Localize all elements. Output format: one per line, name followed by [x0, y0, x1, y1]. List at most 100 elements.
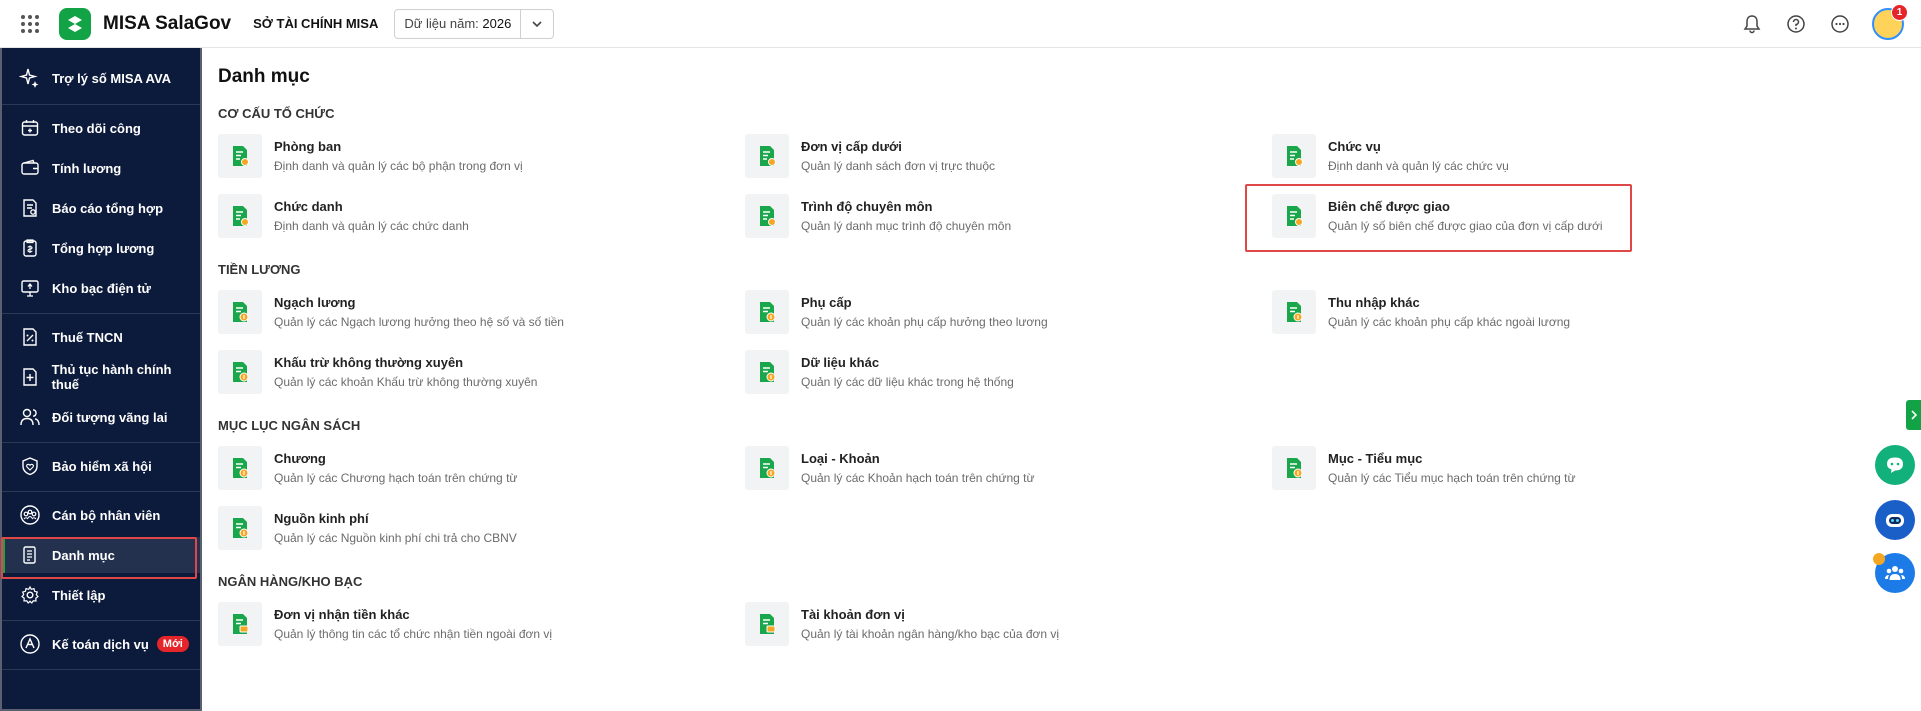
org-doc-icon [218, 194, 262, 238]
section-title-org: CƠ CẤU TỔ CHỨC [218, 106, 335, 121]
catalog-card-desc: Quản lý các khoản phụ cấp khác ngoài lươ… [1328, 315, 1571, 329]
catalog-card-irregular-deductions[interactable]: Khấu trừ không thường xuyên Quản lý các k… [218, 350, 738, 400]
sidebar-item-label: Kế toán dịch vụ [52, 636, 149, 652]
chat-support-button[interactable] [1875, 445, 1915, 485]
catalog-card-desc: Quản lý các Nguồn kinh phí chi trả cho C… [274, 531, 517, 545]
money-doc-icon [745, 290, 789, 334]
catalog-card-salary-scale[interactable]: Ngạch lương Quản lý các Ngạch lương hưởng… [218, 290, 738, 340]
catalog-card-desc: Quản lý danh sách đơn vị trực thuộc [801, 159, 996, 173]
catalog-card-name: Khấu trừ không thường xuyên [274, 355, 464, 370]
notification-badge: 1 [1891, 4, 1908, 21]
sidebar-item-label: Thiết lập [52, 587, 106, 603]
sidebar-item-social-insurance[interactable]: Bảo hiểm xã hội [2, 448, 200, 484]
catalog-card-funding-source[interactable]: Nguồn kinh phí Quản lý các Nguồn kinh phí… [218, 506, 738, 556]
misa-logo[interactable] [59, 7, 91, 40]
money-doc-icon [218, 350, 262, 394]
catalog-card-name: Đơn vị nhận tiền khác [274, 607, 410, 622]
catalog-card-name: Thu nhập khác [1328, 295, 1420, 310]
shield-heart-icon [18, 454, 42, 478]
new-badge: Mới [156, 636, 189, 652]
catalog-card-desc: Quản lý danh mục trình độ chuyên môn [801, 219, 1012, 233]
robot-assistant-button[interactable] [1875, 500, 1915, 540]
catalog-card-desc: Quản lý các dữ liệu khác trong hệ thống [801, 375, 1014, 389]
bank-doc-icon [745, 602, 789, 646]
catalog-card-name: Tài khoản đơn vị [801, 607, 905, 622]
catalog-card-other-data[interactable]: Dữ liệu khác Quản lý các dữ liệu khác tro… [745, 350, 1265, 400]
staff-icon [18, 503, 42, 527]
report-icon [18, 196, 42, 220]
brand-name: MISA SalaGov [103, 12, 232, 34]
sidebar-item-service-accounting[interactable]: Kế toán dịch vụ Mới [2, 626, 200, 662]
year-select[interactable]: Dữ liệu năm: 2026 [394, 8, 555, 39]
catalog-card-allowances[interactable]: Phụ cấp Quản lý các khoản phụ cấp hưởng t… [745, 290, 1265, 340]
sidebar-item-salary[interactable]: Tính lương [2, 150, 200, 186]
money-doc-icon [745, 446, 789, 490]
catalog-card-sub-units[interactable]: Đơn vị cấp dưới Quản lý danh sách đơn vị … [745, 134, 1265, 184]
sidebar-item-treasury[interactable]: Kho bạc điện tử [2, 270, 200, 306]
more-icon[interactable] [1828, 12, 1852, 36]
org-doc-icon [745, 194, 789, 238]
money-doc-icon [1272, 446, 1316, 490]
money-doc-icon [218, 290, 262, 334]
catalog-card-name: Nguồn kinh phí [274, 511, 369, 526]
gear-icon [18, 583, 42, 607]
top-bar: MISA SalaGov SỞ TÀI CHÍNH MISA Dữ liệu n… [0, 0, 1921, 48]
payroll-icon [18, 236, 42, 260]
monitor-icon [18, 276, 42, 300]
catalog-card-qualifications[interactable]: Trình độ chuyên môn Quản lý danh mục trìn… [745, 194, 1265, 244]
sidebar-item-settings[interactable]: Thiết lập [2, 577, 200, 613]
sparkle-icon [18, 66, 42, 90]
catalog-card-name: Chức vụ [1328, 139, 1381, 154]
sidebar-item-staff[interactable]: Cán bộ nhân viên [2, 497, 200, 533]
sidebar-item-casual-subjects[interactable]: Đối tượng vãng lai [2, 399, 200, 435]
money-doc-icon [745, 350, 789, 394]
catalog-card-desc: Định danh và quản lý các chức vụ [1328, 159, 1509, 173]
page-title: Danh mục [218, 66, 310, 87]
collapse-panel-tab[interactable] [1906, 400, 1921, 430]
sidebar-item-label: Báo cáo tổng hợp [52, 200, 164, 216]
catalog-card-other-income[interactable]: Thu nhập khác Quản lý các khoản phụ cấp k… [1272, 290, 1792, 340]
catalog-card-other-payees[interactable]: Đơn vị nhận tiền khác Quản lý thông tin c… [218, 602, 738, 652]
catalog-card-chapter[interactable]: Chương Quản lý các Chương hạch toán trên … [218, 446, 738, 496]
catalog-card-unit-accounts[interactable]: Tài khoản đơn vị Quản lý tài khoản ngân h… [745, 602, 1265, 652]
sidebar-item-timekeeping[interactable]: Theo dõi công [2, 110, 200, 146]
sidebar-item-label: Kho bạc điện tử [52, 280, 151, 296]
catalog-card-name: Dữ liệu khác [801, 355, 880, 370]
catalog-card-desc: Quản lý các khoản Khấu trừ không thường … [274, 375, 538, 389]
chevron-down-icon[interactable] [520, 9, 553, 38]
apps-grid-icon[interactable] [21, 14, 39, 33]
catalog-card-positions[interactable]: Chức vụ Định danh và quản lý các chức vụ [1272, 134, 1792, 184]
avatar[interactable]: 1 [1872, 4, 1908, 40]
sidebar-item-ava[interactable]: Trợ lý số MISA AVA [2, 60, 200, 96]
sidebar-item-label: Đối tượng vãng lai [52, 409, 168, 425]
catalog-card-name: Ngạch lương [274, 295, 356, 310]
catalog-card-departments[interactable]: Phòng ban Định danh và quản lý các bộ phậ… [218, 134, 738, 184]
bank-doc-icon [218, 602, 262, 646]
catalog-card-titles[interactable]: Chức danh Định danh và quản lý các chức d… [218, 194, 738, 244]
catalog-card-name: Loại - Khoản [801, 451, 880, 466]
sidebar-item-label: Trợ lý số MISA AVA [52, 70, 172, 86]
sidebar-item-label: Tính lương [52, 160, 122, 176]
money-doc-icon [1272, 290, 1316, 334]
sidebar-item-tax-procedures[interactable]: Thủ tục hành chính thuế [2, 359, 200, 395]
catalog-card-desc: Quản lý thông tin các tổ chức nhận tiền … [274, 627, 553, 641]
catalog-card-type-item[interactable]: Loại - Khoản Quản lý các Khoản hạch toán … [745, 446, 1265, 496]
catalog-card-desc: Quản lý tài khoản ngân hàng/kho bạc của … [801, 627, 1060, 641]
sidebar-item-payroll-summary[interactable]: Tổng hợp lương [2, 230, 200, 266]
bell-icon[interactable] [1740, 12, 1764, 36]
sidebar-item-reports[interactable]: Báo cáo tổng hợp [2, 190, 200, 226]
catalog-card-section-subsection[interactable]: Mục - Tiểu mục Quản lý các Tiểu mục hạch … [1272, 446, 1792, 496]
document-add-icon [18, 365, 42, 389]
section-title-budget: MỤC LỤC NGÂN SÁCH [218, 418, 361, 433]
status-dot [1873, 553, 1885, 565]
catalog-card-desc: Quản lý các khoản phụ cấp hưởng theo lươ… [801, 315, 1048, 329]
sidebar-item-label: Cán bộ nhân viên [52, 507, 161, 523]
catalog-card-name: Chương [274, 451, 326, 466]
help-icon[interactable] [1784, 12, 1808, 36]
sidebar-item-label: Tổng hợp lương [52, 240, 155, 256]
sidebar-item-pit[interactable]: Thuế TNCN [2, 319, 200, 355]
catalog-card-name: Phòng ban [274, 139, 342, 154]
section-title-salary: TIỀN LƯƠNG [218, 262, 301, 277]
calendar-icon [18, 116, 42, 140]
org-doc-icon [1272, 134, 1316, 178]
